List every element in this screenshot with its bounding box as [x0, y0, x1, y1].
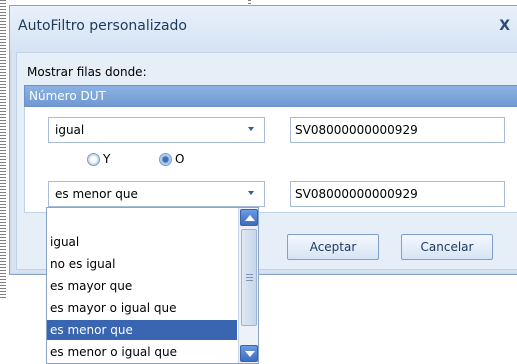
dialog-title: AutoFiltro personalizado — [18, 18, 187, 34]
dropdown-item-less-selected[interactable]: es menor que — [47, 320, 237, 340]
accept-button[interactable]: Aceptar — [287, 234, 379, 260]
condition1-value-input[interactable]: SV08000000000929 — [290, 117, 505, 143]
dropdown-scrollbar[interactable] — [238, 208, 258, 363]
close-icon[interactable]: X — [499, 18, 510, 34]
dropdown-item-greater-equal[interactable]: es mayor o igual que — [47, 298, 237, 318]
condition2-operator-value: es menor que — [55, 187, 138, 201]
operator-dropdown-list[interactable]: igual no es igual es mayor que es mayor … — [46, 207, 259, 364]
cancel-button[interactable]: Cancelar — [401, 234, 493, 260]
column-header: Número DUT — [24, 85, 517, 107]
scroll-down-arrow-icon[interactable] — [240, 345, 258, 362]
radio-and[interactable]: Y — [87, 152, 110, 166]
radio-or-circle[interactable] — [159, 152, 172, 166]
dropdown-item-not-equal[interactable]: no es igual — [47, 254, 237, 274]
condition1-operator-value: igual — [55, 123, 85, 137]
radio-and-circle[interactable] — [87, 152, 100, 166]
show-rows-label: Mostrar filas donde: — [27, 65, 147, 79]
condition2-operator-combo[interactable]: es menor que — [48, 181, 265, 207]
condition1-operator-combo[interactable]: igual — [48, 117, 265, 143]
dropdown-item-empty[interactable] — [47, 212, 237, 232]
title-bar: AutoFiltro personalizado X — [10, 6, 517, 50]
conditions-area: igual SV08000000000929 Y O es menor que … — [24, 107, 517, 213]
scroll-up-arrow-icon[interactable] — [240, 209, 258, 226]
dropdown-item-greater[interactable]: es mayor que — [47, 276, 237, 296]
condition2-value-text: SV08000000000929 — [295, 187, 418, 201]
background-dotted-edge — [0, 0, 6, 300]
column-name: Número DUT — [29, 89, 106, 103]
radio-or-label: O — [175, 152, 185, 166]
condition1-value-text: SV08000000000929 — [295, 123, 418, 137]
scrollbar-thumb[interactable] — [241, 229, 257, 326]
dropdown-item-equal[interactable]: igual — [47, 232, 237, 252]
radio-and-label: Y — [103, 152, 111, 166]
dropdown-item-less-equal[interactable]: es menor o igual que — [47, 342, 237, 362]
chevron-down-icon[interactable] — [248, 191, 254, 195]
condition2-value-input[interactable]: SV08000000000929 — [290, 181, 505, 207]
chevron-down-icon[interactable] — [248, 127, 254, 131]
radio-or[interactable]: O — [159, 152, 184, 166]
